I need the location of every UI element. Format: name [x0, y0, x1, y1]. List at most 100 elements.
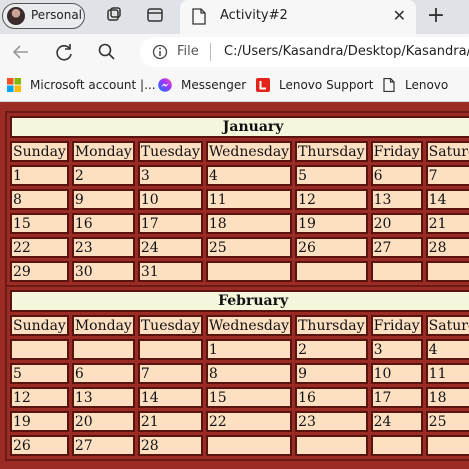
tab-bar: Personal Activity#2 ✕ +	[0, 0, 469, 34]
weekday-header: Friday	[370, 141, 423, 162]
day-cell: 29	[10, 261, 69, 282]
profile-label: Personal	[31, 8, 83, 22]
day-cell	[205, 261, 293, 282]
day-cell: 10	[137, 189, 203, 210]
profile-button[interactable]: Personal	[2, 3, 85, 29]
week-row: 1 2 3 4	[10, 339, 469, 360]
day-cell	[425, 435, 469, 456]
day-cell	[205, 435, 293, 456]
day-cell: 17	[137, 213, 203, 234]
vertical-tabs-icon[interactable]	[146, 6, 164, 24]
month-table-january: January Sunday Monday Tuesday Wednesday …	[5, 111, 469, 287]
document-icon	[192, 8, 206, 25]
day-cell: 21	[425, 213, 469, 234]
day-cell: 13	[370, 189, 423, 210]
bookmark-lenovo-support[interactable]: Lenovo Support	[279, 78, 374, 92]
day-cell: 1	[205, 339, 293, 360]
url-field[interactable]: File C:/Users/Kasandra/Desktop/Kasandra/…	[140, 37, 469, 67]
week-row: 19 20 21 22 23 24 25	[10, 411, 469, 432]
day-cell: 1	[10, 165, 69, 186]
day-cell	[10, 339, 69, 360]
day-cell: 13	[71, 387, 135, 408]
day-cell: 20	[370, 213, 423, 234]
search-icon[interactable]	[96, 41, 118, 63]
day-cell	[295, 435, 368, 456]
tab-title: Activity#2	[220, 8, 288, 23]
week-row: 29 30 31	[10, 261, 469, 282]
day-cell: 23	[71, 237, 135, 258]
weekday-header: Saturday	[425, 315, 469, 336]
day-cell: 11	[425, 363, 469, 384]
tab-activity[interactable]: Activity#2 ✕	[180, 0, 416, 34]
day-cell: 22	[205, 411, 293, 432]
day-cell: 3	[137, 165, 203, 186]
info-icon[interactable]	[152, 44, 168, 60]
day-cell	[370, 435, 423, 456]
day-cell: 2	[295, 339, 368, 360]
day-cell: 25	[205, 237, 293, 258]
day-cell: 8	[10, 189, 69, 210]
weekday-header: Sunday	[10, 141, 69, 162]
day-cell: 24	[137, 237, 203, 258]
weekday-header: Saturday	[425, 141, 469, 162]
bookmarks-bar: Microsoft account |... Messenger Lenovo …	[0, 70, 469, 102]
bookmark-lenovo[interactable]: Lenovo	[405, 78, 448, 92]
month-title: January	[10, 116, 469, 138]
day-cell: 19	[295, 213, 368, 234]
day-cell	[295, 261, 368, 282]
day-cell: 25	[425, 411, 469, 432]
day-cell: 22	[10, 237, 69, 258]
day-cell	[137, 339, 203, 360]
day-cell: 11	[205, 189, 293, 210]
day-cell: 5	[10, 363, 69, 384]
workspaces-icon[interactable]	[105, 6, 123, 24]
weekday-header: Tuesday	[137, 141, 203, 162]
day-cell: 14	[137, 387, 203, 408]
day-cell: 3	[370, 339, 423, 360]
day-cell: 4	[425, 339, 469, 360]
close-tab-icon[interactable]: ✕	[393, 6, 406, 25]
weekday-header: Monday	[71, 141, 135, 162]
day-cell: 12	[10, 387, 69, 408]
day-cell: 16	[71, 213, 135, 234]
day-cell	[370, 261, 423, 282]
url-divider	[210, 43, 211, 61]
weekday-header: Wednesday	[205, 141, 293, 162]
weekday-header: Thursday	[295, 141, 368, 162]
messenger-icon	[158, 78, 172, 92]
day-cell: 27	[71, 435, 135, 456]
weekday-header: Sunday	[10, 315, 69, 336]
day-cell: 7	[425, 165, 469, 186]
day-cell: 12	[295, 189, 368, 210]
new-tab-button[interactable]: +	[423, 3, 449, 29]
day-cell: 18	[425, 387, 469, 408]
day-cell: 6	[71, 363, 135, 384]
url-text[interactable]: C:/Users/Kasandra/Desktop/Kasandra/P	[224, 44, 469, 59]
weekday-header: Thursday	[295, 315, 368, 336]
bookmark-microsoft-account[interactable]: Microsoft account |...	[30, 78, 156, 92]
day-cell: 21	[137, 411, 203, 432]
day-cell: 26	[10, 435, 69, 456]
week-row: 1 2 3 4 5 6 7	[10, 165, 469, 186]
day-cell: 15	[10, 213, 69, 234]
day-cell: 5	[295, 165, 368, 186]
day-cell: 31	[137, 261, 203, 282]
bookmark-messenger[interactable]: Messenger	[181, 78, 246, 92]
day-cell: 26	[295, 237, 368, 258]
month-table-february: February Sunday Monday Tuesday Wednesday…	[5, 285, 469, 461]
refresh-icon[interactable]	[53, 41, 75, 63]
back-icon[interactable]	[10, 41, 32, 63]
day-cell: 10	[370, 363, 423, 384]
file-label: File	[177, 44, 199, 59]
day-cell: 24	[370, 411, 423, 432]
day-cell: 18	[205, 213, 293, 234]
weekday-header: Wednesday	[205, 315, 293, 336]
avatar	[7, 7, 25, 25]
week-row: 22 23 24 25 26 27 28	[10, 237, 469, 258]
day-cell: 6	[370, 165, 423, 186]
microsoft-logo-icon	[7, 78, 21, 92]
address-bar: File C:/Users/Kasandra/Desktop/Kasandra/…	[0, 34, 469, 70]
page-content: January Sunday Monday Tuesday Wednesday …	[0, 102, 469, 469]
day-cell: 8	[205, 363, 293, 384]
day-cell: 9	[295, 363, 368, 384]
